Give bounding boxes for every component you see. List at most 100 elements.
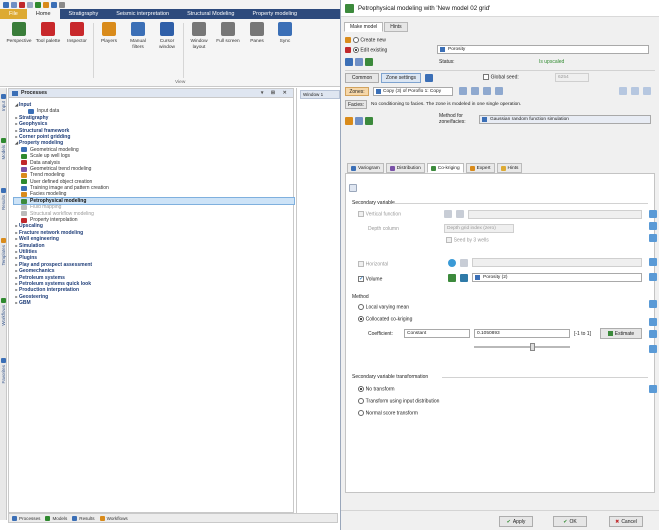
paste-icon[interactable]: [631, 87, 639, 95]
normal-score-radio[interactable]: [358, 410, 364, 416]
subtab-co-kriging[interactable]: Co-kriging: [426, 163, 464, 173]
panel-settings-icon[interactable]: [349, 184, 357, 192]
side-action-icon[interactable]: [649, 234, 657, 242]
lock-icon[interactable]: [643, 87, 651, 95]
subtab-distribution[interactable]: Distribution: [385, 163, 425, 173]
bottom-tab-results[interactable]: Results: [72, 515, 95, 521]
local-varying-mean-radio[interactable]: [358, 304, 364, 310]
side-tab-results[interactable]: Results: [0, 188, 7, 210]
ribbon-tool-palette-button[interactable]: Tool palette: [35, 22, 61, 45]
volume-input[interactable]: Porosity (2): [472, 273, 642, 282]
refresh-icon[interactable]: [35, 1, 41, 8]
tab-structural-modeling[interactable]: Structural Modeling: [178, 9, 243, 19]
layout-icon[interactable]: [51, 1, 57, 8]
depth-column-dropdown[interactable]: Depth grid index (zero): [444, 224, 514, 233]
subtab-expert[interactable]: Expert: [465, 163, 495, 173]
ribbon-panes-button[interactable]: Panes: [244, 22, 270, 45]
subtab-hints[interactable]: Hints: [496, 163, 523, 173]
side-tab-workflows[interactable]: Workflows: [0, 298, 7, 326]
zone-nav-first-icon[interactable]: [459, 87, 467, 95]
create-new-radio[interactable]: [352, 37, 359, 43]
ribbon-sync-button[interactable]: Sync: [272, 22, 298, 45]
tool-b-icon[interactable]: [355, 58, 363, 66]
horizontal-plot-icon[interactable]: [460, 259, 468, 267]
side-action-icon[interactable]: [649, 210, 657, 218]
ribbon-full-screen-button[interactable]: Full screen: [215, 22, 241, 45]
zones-dropdown[interactable]: Copy (3) of Poroflo 1: Copy: [373, 87, 453, 96]
tab-home[interactable]: Home: [26, 9, 60, 19]
copy-icon[interactable]: [619, 87, 627, 95]
side-action-icon[interactable]: [649, 273, 657, 281]
zone-nav-prev-icon[interactable]: [471, 87, 479, 95]
property-selector[interactable]: Porosity: [437, 45, 649, 54]
subtab-variogram[interactable]: Variogram: [347, 163, 384, 173]
ribbon-window-layout-button[interactable]: Window layout: [186, 22, 212, 51]
coefficient-type-dropdown[interactable]: Constant: [404, 329, 470, 338]
coefficient-value-input[interactable]: 0.1050893: [474, 329, 570, 338]
ribbon-inspector-button[interactable]: Inspector: [64, 22, 90, 45]
method-dropdown[interactable]: Gaussian random function simulation: [479, 115, 651, 124]
panel-window-controls[interactable]: ▾ ⊞ ✕: [261, 90, 290, 96]
undo-icon[interactable]: [19, 1, 25, 8]
horizontal-input[interactable]: [472, 258, 642, 267]
volume-arrow-icon[interactable]: [460, 274, 468, 282]
zone-nav-last-icon[interactable]: [495, 87, 503, 95]
side-action-icon[interactable]: [649, 385, 657, 393]
collocated-cokriging-radio[interactable]: [358, 316, 364, 322]
tab-stratigraphy[interactable]: Stratigraphy: [60, 9, 108, 19]
global-seed-input[interactable]: 6254: [555, 73, 589, 82]
method-tool-b-icon[interactable]: [355, 117, 363, 125]
side-tab-input[interactable]: Input: [0, 94, 7, 111]
side-action-icon[interactable]: [649, 222, 657, 230]
estimate-button[interactable]: Estimate: [600, 328, 642, 339]
volume-checkbox[interactable]: [358, 275, 364, 282]
bottom-tab-workflows[interactable]: Workflows: [99, 515, 128, 521]
seed-using-checkbox[interactable]: [446, 237, 452, 243]
horizontal-globe-icon[interactable]: [448, 259, 456, 267]
vertical-function-plot-icon[interactable]: [456, 210, 464, 218]
side-action-icon[interactable]: [649, 345, 657, 353]
tab-hints[interactable]: Hints: [384, 22, 408, 32]
cancel-button[interactable]: ✖ Cancel: [609, 516, 643, 527]
redo-icon[interactable]: [27, 1, 33, 8]
window-tab[interactable]: Window 1: [300, 90, 340, 99]
side-tab-templates[interactable]: Templates: [0, 238, 7, 266]
transform-input-radio[interactable]: [358, 398, 364, 404]
apply-button[interactable]: ✔ Apply: [499, 516, 533, 527]
tool-a-icon[interactable]: [345, 58, 353, 66]
filter-icon[interactable]: [425, 74, 433, 82]
tab-file[interactable]: File: [0, 9, 27, 19]
tab-property-modeling[interactable]: Property modeling: [243, 9, 306, 19]
vertical-function-input[interactable]: [468, 210, 642, 219]
vertical-function-checkbox[interactable]: [358, 211, 364, 217]
ribbon-cursor-window-button[interactable]: Cursor window: [154, 22, 180, 51]
tool-c-icon[interactable]: [365, 58, 373, 66]
zones-button[interactable]: Zones:: [345, 87, 369, 96]
volume-grid-icon[interactable]: [448, 274, 456, 282]
facies-button[interactable]: Facies:: [345, 100, 367, 109]
common-button[interactable]: Common: [345, 73, 379, 83]
tab-make-model[interactable]: Make model: [344, 22, 384, 32]
zone-settings-button[interactable]: Zone settings: [381, 73, 421, 83]
coefficient-slider-track[interactable]: [474, 346, 570, 348]
ribbon-players-button[interactable]: Players: [96, 22, 122, 45]
tree-category[interactable]: ▸ GBM: [14, 300, 294, 306]
ok-button[interactable]: ✔ OK: [553, 516, 587, 527]
edit-existing-radio[interactable]: [352, 47, 359, 53]
zone-nav-next-icon[interactable]: [483, 87, 491, 95]
side-action-icon[interactable]: [649, 318, 657, 326]
ribbon-manual-filters-button[interactable]: Manual filters: [125, 22, 151, 51]
horizontal-checkbox[interactable]: [358, 261, 364, 267]
side-action-icon[interactable]: [649, 258, 657, 266]
tab-seismic-interpretation[interactable]: Seismic interpretation: [107, 9, 178, 19]
folder-icon[interactable]: [43, 1, 49, 8]
bottom-tab-processes[interactable]: Processes: [12, 515, 40, 521]
settings-icon[interactable]: [59, 1, 65, 8]
no-transform-radio[interactable]: [358, 386, 364, 392]
ribbon-perspective-button[interactable]: Perspective: [6, 22, 32, 45]
side-tab-favorites[interactable]: Favorites: [0, 358, 7, 384]
method-tool-a-icon[interactable]: [345, 117, 353, 125]
vertical-function-pick-icon[interactable]: [444, 210, 452, 218]
side-action-icon[interactable]: [649, 300, 657, 308]
method-tool-c-icon[interactable]: [365, 117, 373, 125]
